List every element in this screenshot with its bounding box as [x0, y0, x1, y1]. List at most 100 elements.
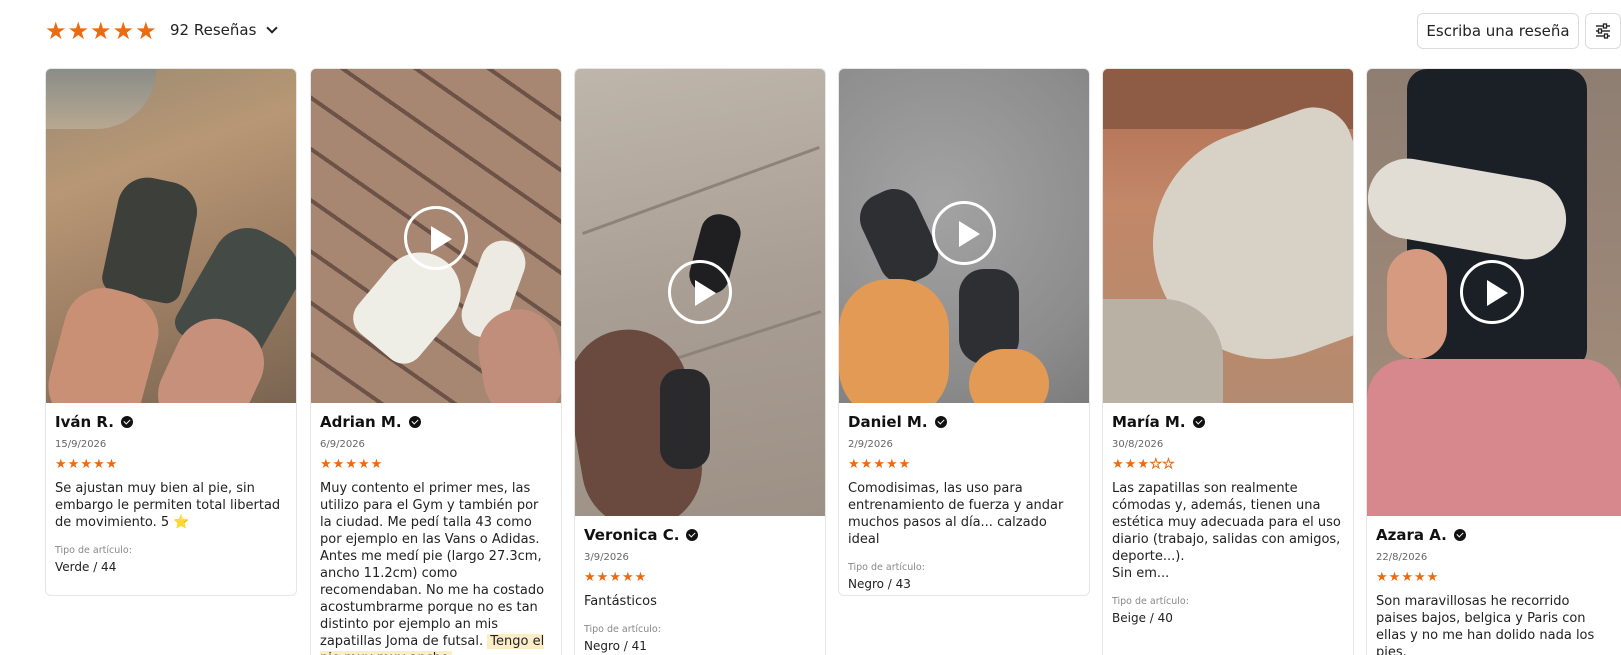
star-icon: ★	[1401, 570, 1413, 585]
star-icon: ★	[1137, 457, 1149, 472]
star-icon: ★	[609, 570, 621, 585]
item-type-value: Negro / 41	[584, 639, 647, 653]
review-text: Las zapatillas son realmente cómodas y, …	[1112, 480, 1344, 582]
star-outline-icon: ★	[1162, 457, 1175, 472]
star-icon: ★	[357, 457, 370, 472]
review-date: 15/9/2026	[55, 439, 107, 450]
star-icon: ★	[370, 457, 383, 472]
photo-leg	[839, 279, 949, 403]
reviewer-name: María M.	[1112, 413, 1186, 431]
photo-floor-line	[582, 145, 820, 236]
star-icon: ★	[634, 570, 647, 585]
review-rating: ★ ★ ★ ★ ★	[584, 571, 816, 584]
photo-leg	[969, 349, 1049, 403]
review-count-label: 92 Reseñas	[170, 21, 257, 39]
review-text: Comodisimas, las uso para entrenamiento …	[848, 481, 1064, 547]
review-card[interactable]: Adrian M. 6/9/2026 ★ ★ ★ ★ ★ Muy contento el…	[310, 68, 562, 655]
star-icon: ★	[135, 17, 157, 45]
verified-icon	[1453, 529, 1466, 541]
item-type-label: Tipo de artículo:	[584, 624, 661, 635]
photo-shorts	[1367, 359, 1621, 516]
review-rating: ★ ★ ★ ★ ★	[55, 458, 287, 471]
star-icon: ★	[1124, 457, 1137, 472]
review-text: Se ajustan muy bien al pie, sin embargo …	[55, 481, 281, 530]
star-icon: ★	[105, 457, 118, 472]
star-icon: ★	[320, 457, 332, 472]
review-video[interactable]	[311, 69, 561, 403]
reviewer-name: Daniel M.	[848, 413, 928, 431]
photo-shore	[46, 69, 156, 129]
review-video[interactable]	[575, 69, 825, 516]
review-rating: ★ ★ ★ ★ ★	[1112, 457, 1344, 472]
review-date: 30/8/2026	[1112, 439, 1164, 450]
star-icon: ★	[584, 570, 596, 585]
review-date: 2/9/2026	[848, 439, 893, 450]
star-icon: ★	[90, 17, 112, 45]
photo-shoe-left	[660, 369, 710, 469]
reviewer-name: Veronica C.	[584, 526, 680, 544]
review-video[interactable]	[839, 69, 1089, 403]
review-photo[interactable]	[1103, 69, 1353, 403]
photo-shoe-left	[99, 171, 203, 307]
verified-icon	[686, 529, 699, 541]
photo-hand	[1387, 249, 1447, 359]
review-card[interactable]: Veronica C. 3/9/2026 ★ ★ ★ ★ ★ Fantásticos T…	[574, 68, 826, 655]
verified-icon	[1192, 416, 1205, 428]
star-icon: ★	[1376, 570, 1388, 585]
play-icon[interactable]	[932, 201, 996, 265]
star-icon: ★	[67, 457, 80, 472]
review-body: Adrian M. 6/9/2026 ★ ★ ★ ★ ★ Muy contento el…	[311, 403, 561, 655]
review-card[interactable]: Azara A. 22/8/2026 ★ ★ ★ ★ ★ Son maravillosa…	[1366, 68, 1621, 655]
filter-button[interactable]	[1585, 13, 1621, 49]
review-text: Muy contento el primer mes, las utilizo …	[320, 480, 552, 655]
star-icon: ★	[873, 457, 885, 472]
review-body: Veronica C. 3/9/2026 ★ ★ ★ ★ ★ Fantásticos T…	[575, 516, 825, 655]
play-icon[interactable]	[404, 206, 468, 270]
item-type-label: Tipo de artículo:	[848, 562, 925, 573]
verified-icon	[934, 416, 947, 428]
review-card[interactable]: María M. 30/8/2026 ★ ★ ★ ★ ★ Las zapatillas …	[1102, 68, 1354, 655]
star-icon: ★	[885, 457, 898, 472]
review-date: 3/9/2026	[584, 552, 629, 563]
average-rating-stars: ★ ★ ★ ★ ★	[45, 19, 157, 43]
star-icon: ★	[80, 457, 92, 472]
review-video[interactable]	[1367, 69, 1621, 516]
star-icon: ★	[345, 457, 357, 472]
star-icon: ★	[55, 457, 67, 472]
verified-icon	[120, 416, 133, 428]
star-icon: ★	[1112, 457, 1124, 472]
star-icon: ★	[67, 17, 90, 45]
item-type-label: Tipo de artículo:	[55, 545, 132, 556]
star-icon: ★	[860, 457, 873, 472]
review-rating: ★ ★ ★ ★ ★	[848, 458, 1080, 471]
star-icon: ★	[1426, 570, 1439, 585]
review-body: Daniel M. 2/9/2026 ★ ★ ★ ★ ★ Comodisimas, la…	[839, 403, 1089, 595]
review-card[interactable]: Daniel M. 2/9/2026 ★ ★ ★ ★ ★ Comodisimas, la…	[838, 68, 1090, 596]
reviewer-name: Adrian M.	[320, 413, 402, 431]
reviews-header: ★ ★ ★ ★ ★ 92 Reseñas Escriba una reseña	[0, 0, 1621, 62]
review-card[interactable]: Iván R. 15/9/2026 ★ ★ ★ ★ ★ Se ajustan muy b…	[45, 68, 297, 596]
star-icon: ★	[898, 457, 911, 472]
review-text-main: Las zapatillas son realmente cómodas y, …	[1112, 481, 1341, 564]
review-photo[interactable]	[46, 69, 296, 403]
review-rating: ★ ★ ★ ★ ★	[320, 458, 552, 471]
play-icon[interactable]	[1460, 260, 1524, 324]
star-icon: ★	[1388, 570, 1401, 585]
write-review-button[interactable]: Escriba una reseña	[1417, 13, 1579, 49]
verified-icon	[408, 416, 421, 428]
star-icon: ★	[596, 570, 609, 585]
item-type-value: Beige / 40	[1112, 611, 1173, 625]
sliders-icon	[1596, 23, 1610, 39]
star-icon: ★	[332, 457, 345, 472]
star-icon: ★	[112, 17, 135, 45]
review-text-more[interactable]: Sin em...	[1112, 565, 1344, 582]
review-text: Fantásticos	[584, 594, 657, 609]
review-date: 22/8/2026	[1376, 552, 1428, 563]
star-icon: ★	[45, 17, 67, 45]
item-type-value: Negro / 43	[848, 577, 911, 591]
star-outline-icon: ★	[1149, 457, 1162, 472]
play-icon[interactable]	[668, 260, 732, 324]
review-count-dropdown[interactable]: 92 Reseñas	[170, 21, 279, 39]
star-icon: ★	[621, 570, 634, 585]
item-type-value: Verde / 44	[55, 560, 117, 574]
